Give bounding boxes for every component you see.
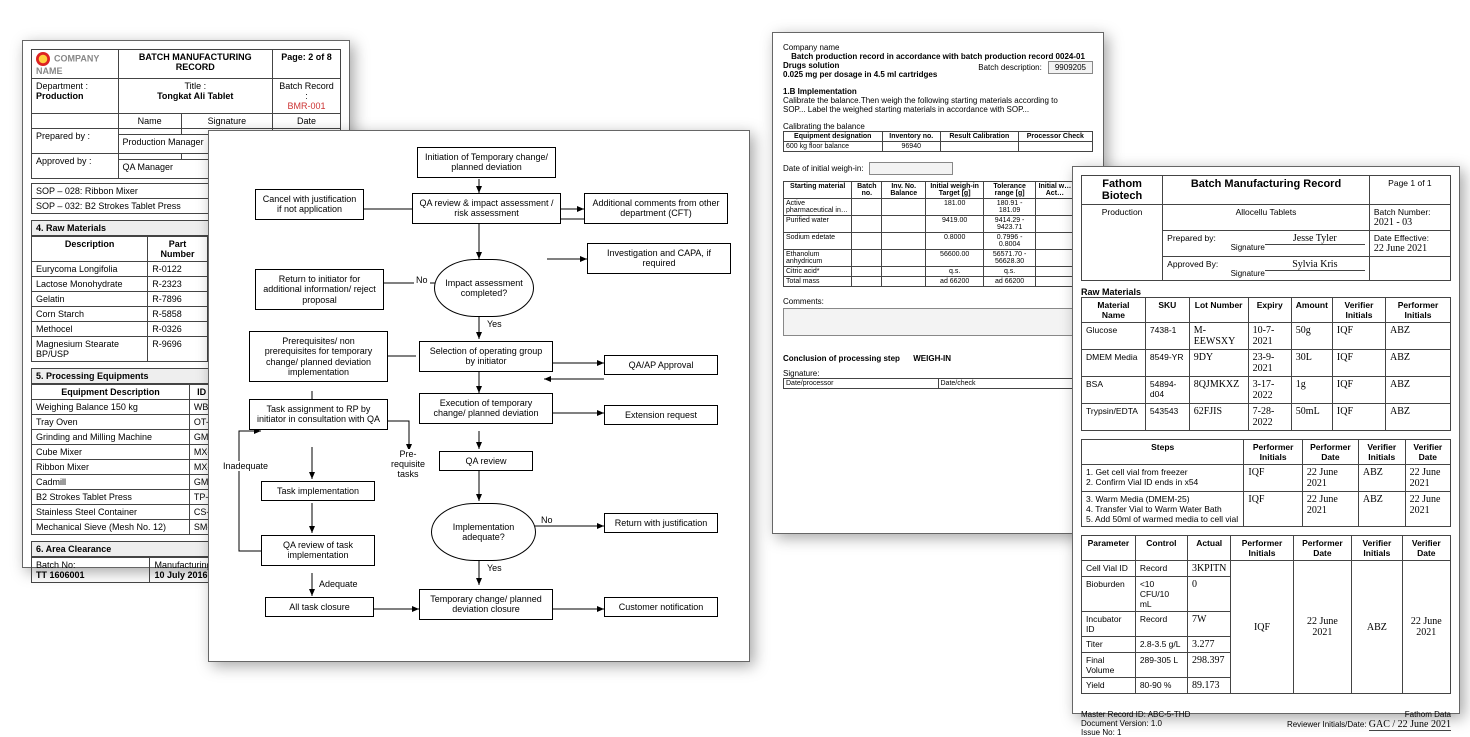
- table-row: Cell Vial IDRecord3KPITNIQF22 June 2021A…: [1082, 561, 1451, 577]
- table-row: Ethanolum anhydricum56600.0056571.70 - 5…: [784, 250, 1093, 267]
- table-row: Glucose7438-1M-EEWSXY10-7-202150gIQFABZ: [1082, 323, 1451, 350]
- batch-record-cell: Batch Record :BMR-001: [273, 79, 341, 114]
- batch-desc-field[interactable]: 9909205: [1048, 61, 1093, 74]
- flow-node: Return with justification: [604, 513, 718, 533]
- flow-node: Customer notification: [604, 597, 718, 617]
- flow-node: All task closure: [265, 597, 374, 617]
- flow-label-prereq: Pre-requisite tasks: [381, 449, 435, 479]
- equipment-table: Equipment designationInventory no.Result…: [783, 131, 1093, 152]
- bmr-title: BATCH MANUFACTURING RECORD: [118, 50, 273, 79]
- table-row: Active pharmaceutical in…181.00180.91 - …: [784, 199, 1093, 216]
- flow-label-adequate: Adequate: [317, 579, 360, 589]
- flow-node: Investigation and CAPA, if required: [587, 243, 731, 274]
- flowchart-sheet: Initiation of Temporary change/ planned …: [208, 130, 750, 662]
- flow-node: Task assignment to RP by initiator in co…: [249, 399, 388, 430]
- flow-node: QA review & impact assessment / risk ass…: [412, 193, 561, 224]
- flow-node: Cancel with justification if not applica…: [255, 189, 364, 220]
- flow-node: Task implementation: [261, 481, 375, 501]
- fathom-steps: StepsPerformer InitialsPerformer DateVer…: [1081, 439, 1451, 527]
- flow-decision: Impact assessment completed?: [434, 259, 534, 317]
- table-row: BSA54894-d048QJMKXZ3-17-20221gIQFABZ: [1082, 377, 1451, 404]
- flow-node: Execution of temporary change/ planned d…: [419, 393, 553, 424]
- flow-node: Initiation of Temporary change/ planned …: [417, 147, 556, 178]
- batch-production-form: Company name Batch production record in …: [772, 32, 1104, 534]
- fathom-footer: Master Record ID: ABC-5-THD Document Ver…: [1081, 710, 1451, 737]
- flow-node: QA/AP Approval: [604, 355, 718, 375]
- flow-node: Selection of operating group by initiato…: [419, 341, 553, 372]
- company-logo-icon: [36, 52, 50, 66]
- fathom-params: ParameterControlActualPerformer Initials…: [1081, 535, 1451, 694]
- flow-node: QA review: [439, 451, 533, 471]
- prepared-signature: Jesse Tyler: [1265, 233, 1365, 245]
- table-row: Citric acid*q.s.q.s.: [784, 267, 1093, 277]
- flow-label-yes: Yes: [485, 563, 504, 573]
- approved-signature: Sylvia Kris: [1265, 259, 1365, 271]
- fathom-bmr-sheet: Fathom Biotech Batch Manufacturing Recor…: [1072, 166, 1460, 714]
- fathom-header: Fathom Biotech Batch Manufacturing Recor…: [1081, 175, 1451, 281]
- fathom-raw-materials: Material NameSKULot NumberExpiryAmountVe…: [1081, 297, 1451, 431]
- flow-label-yes: Yes: [485, 319, 504, 329]
- comments-field[interactable]: [783, 308, 1093, 336]
- flow-node: Extension request: [604, 405, 718, 425]
- flow-node: Temporary change/ planned deviation clos…: [419, 589, 553, 620]
- flow-node: Prerequisites/ non prerequisites for tem…: [249, 331, 388, 382]
- page-indicator: Page: 2 of 8: [273, 50, 341, 79]
- page-indicator: Page 1 of 1: [1369, 176, 1450, 205]
- table-row: Total massad 66200ad 66200: [784, 277, 1093, 287]
- dept-cell: Department :Production: [32, 79, 119, 114]
- title-cell: Title :Tongkat Ali Tablet: [118, 79, 273, 114]
- fathom-logo: Fathom Biotech: [1082, 176, 1163, 205]
- section-1b: 1.B Implementation: [783, 87, 1093, 96]
- table-row: Sodium edetate0.80000.7996 - 0.8004: [784, 233, 1093, 250]
- fathom-title: Batch Manufacturing Record: [1163, 176, 1370, 205]
- stage: COMPANY NAME BATCH MANUFACTURING RECORD …: [0, 0, 1470, 710]
- raw-materials-title: Raw Materials: [1081, 287, 1451, 297]
- flow-decision: Implementation adequate?: [431, 503, 536, 561]
- materials-table: Starting materialBatch no.Inv. No. Balan…: [783, 181, 1093, 287]
- batch-no-cell: Batch No:TT 1606001: [32, 558, 150, 583]
- flow-label-no: No: [539, 515, 555, 525]
- flow-node: QA review of task implementation: [261, 535, 375, 566]
- table-row: Trypsin/EDTA54354362FJIS7-28-202250mLIQF…: [1082, 404, 1451, 431]
- table-row: Purified water9419.009414.29 - 9423.71: [784, 216, 1093, 233]
- flow-node: Return to initiator for additional infor…: [255, 269, 384, 310]
- company-name: Company name: [783, 43, 1093, 52]
- weigh-date-field[interactable]: [869, 162, 953, 175]
- flow-label-no: No: [414, 275, 430, 285]
- flow-node: Additional comments from other departmen…: [584, 193, 728, 224]
- flow-label-inadequate: Inadequate: [221, 461, 270, 471]
- table-row: DMEM Media8549-YR9DY23-9-202130LIQFABZ: [1082, 350, 1451, 377]
- form-title: Batch production record in accordance wi…: [783, 52, 1093, 61]
